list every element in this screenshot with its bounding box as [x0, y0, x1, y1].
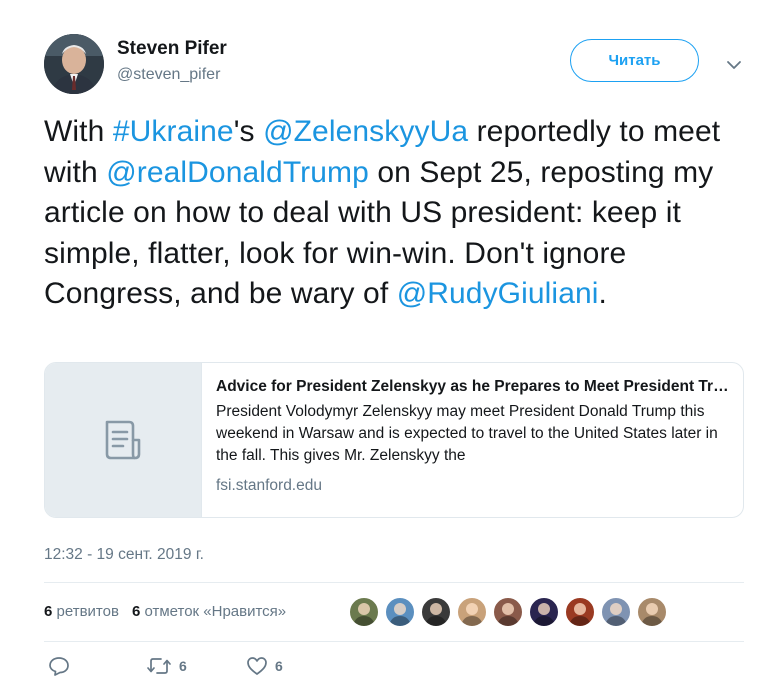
reply-button[interactable]	[48, 656, 77, 676]
tweet-stats: 6 ретвитов 6 отметок «Нравится»	[44, 603, 286, 620]
card-domain: fsi.stanford.edu	[216, 477, 322, 494]
liker-avatar[interactable]	[385, 597, 415, 627]
author-avatar[interactable]	[44, 34, 104, 94]
author-name[interactable]: Steven Pifer	[117, 38, 227, 60]
tweet-text-segment: .	[598, 277, 607, 310]
retweet-icon	[147, 658, 171, 674]
card-thumbnail	[45, 363, 202, 517]
likes-label: отметок «Нравится»	[144, 603, 287, 620]
liker-avatar[interactable]	[349, 597, 379, 627]
follow-button[interactable]: Читать	[570, 39, 699, 82]
card-description: President Volodymyr Zelenskyy may meet P…	[216, 403, 718, 464]
liker-avatar[interactable]	[493, 597, 523, 627]
reply-icon	[49, 657, 69, 676]
liker-avatar[interactable]	[457, 597, 487, 627]
tweet-timestamp[interactable]: 12:32 - 19 сент. 2019 г.	[44, 546, 204, 564]
divider	[44, 582, 744, 583]
hashtag-link[interactable]: #Ukraine	[113, 115, 234, 148]
link-card[interactable]: Advice for President Zelenskyy as he Pre…	[44, 362, 744, 518]
card-title[interactable]: Advice for President Zelenskyy as he Pre…	[216, 377, 729, 397]
mention-link[interactable]: @realDonaldTrump	[106, 156, 369, 189]
card-body: Advice for President Zelenskyy as he Pre…	[202, 363, 743, 517]
heart-icon	[247, 657, 267, 675]
liker-avatar[interactable]	[529, 597, 559, 627]
tweet-text-segment: 's	[233, 115, 264, 148]
likes-stat[interactable]: 6 отметок «Нравится»	[132, 603, 286, 620]
retweets-stat[interactable]: 6 ретвитов	[44, 603, 119, 620]
mention-link[interactable]: @RudyGiuliani	[397, 277, 599, 310]
like-button[interactable]: 6	[246, 656, 283, 676]
retweet-count: 6	[179, 658, 187, 674]
author-handle[interactable]: @steven_pifer	[117, 66, 220, 84]
retweets-label: ретвитов	[56, 603, 119, 620]
liker-avatar[interactable]	[637, 597, 667, 627]
document-icon	[105, 420, 141, 460]
retweet-button[interactable]: 6	[146, 656, 187, 676]
liker-avatar[interactable]	[421, 597, 451, 627]
divider	[44, 641, 744, 642]
like-count: 6	[275, 658, 283, 674]
liker-avatars	[349, 597, 673, 627]
liker-avatar[interactable]	[601, 597, 631, 627]
retweets-count: 6	[44, 603, 53, 620]
liker-avatar[interactable]	[565, 597, 595, 627]
tweet-text: With #Ukraine's @ZelenskyyUa reportedly …	[44, 112, 744, 315]
chevron-down-icon[interactable]	[726, 58, 742, 70]
tweet-text-segment: With	[44, 115, 113, 148]
avatar-photo	[44, 34, 104, 94]
tweet-actions: 6 6	[44, 656, 444, 686]
mention-link[interactable]: @ZelenskyyUa	[263, 115, 468, 148]
likes-count: 6	[131, 603, 141, 620]
